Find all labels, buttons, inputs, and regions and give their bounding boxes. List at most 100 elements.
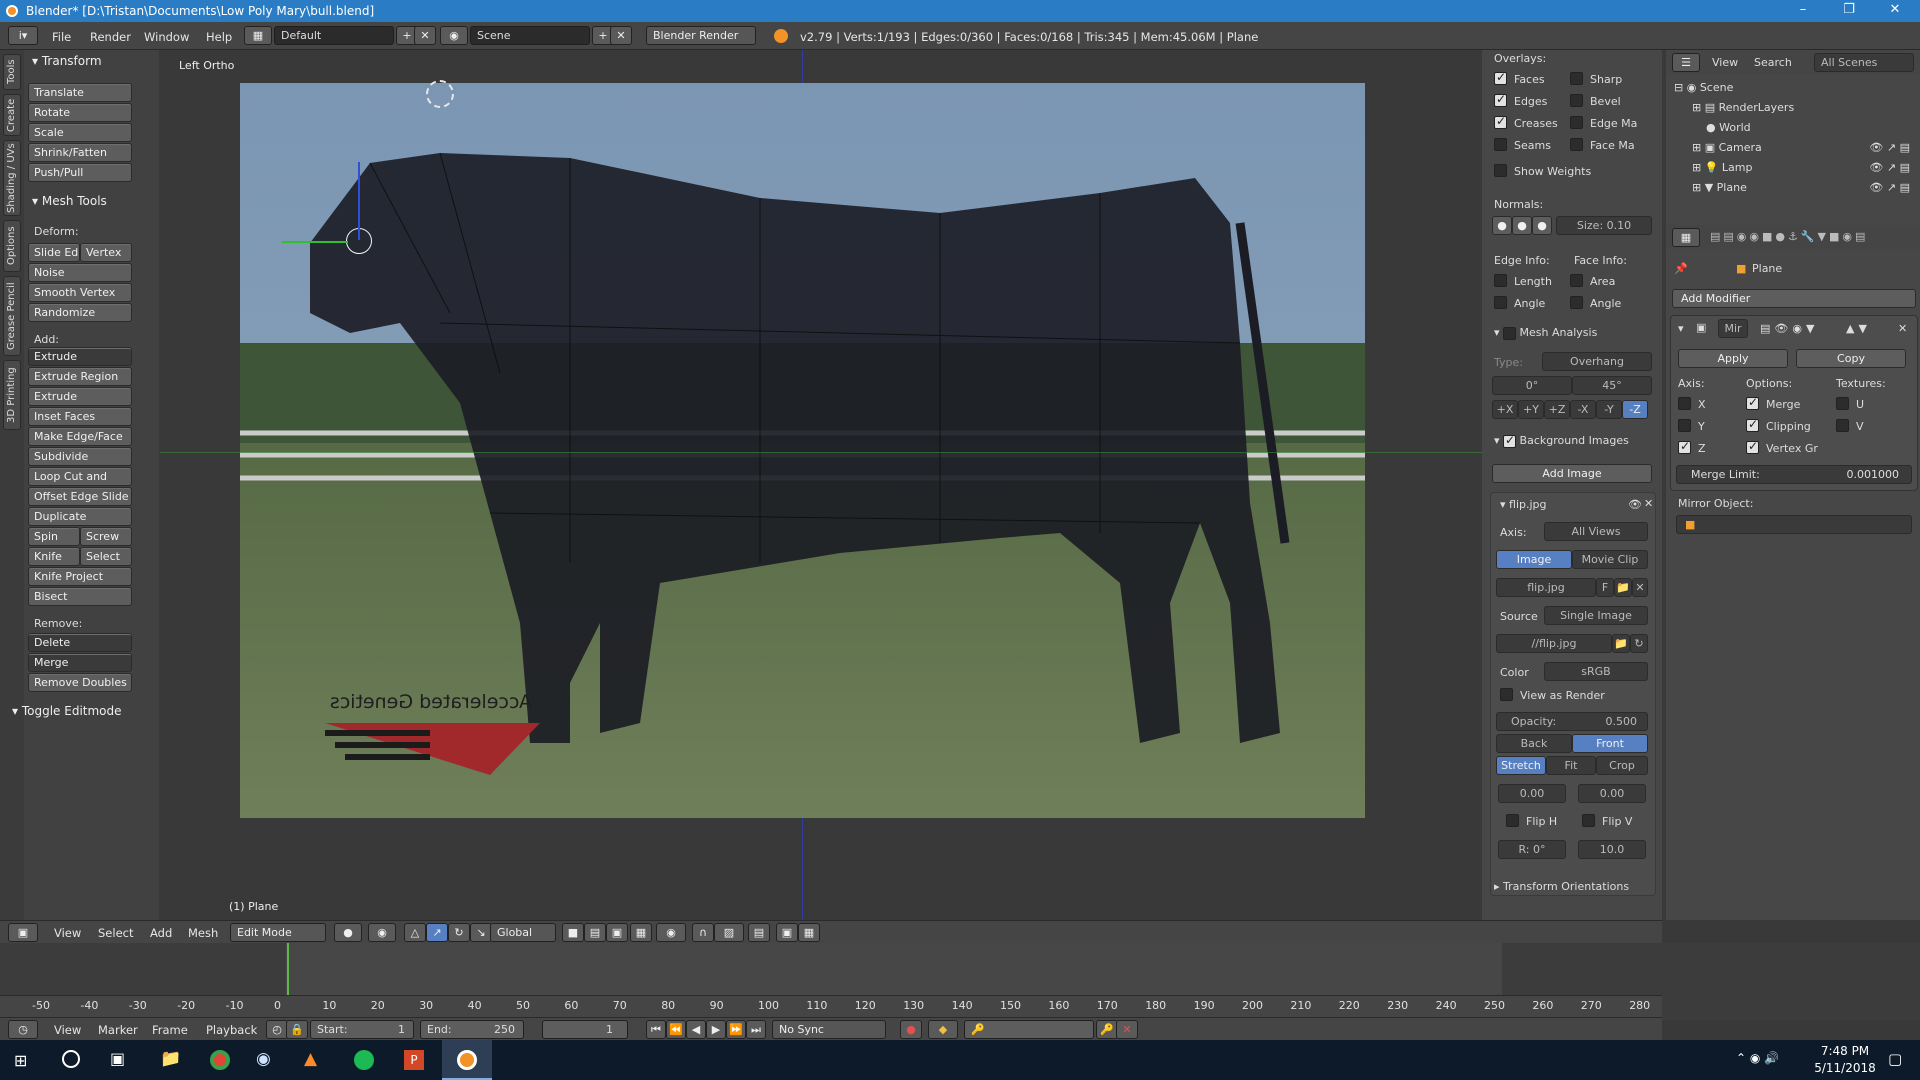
notifications-icon[interactable]: ▢ (1888, 1050, 1902, 1068)
manipulator-z-arrow-icon[interactable] (358, 162, 360, 240)
auto-keying-icon[interactable]: ● (900, 1020, 922, 1039)
outliner-search-menu[interactable]: Search (1754, 56, 1792, 69)
timeline[interactable]: -50 -40 -30 -20 -10 0 10 20 30 40 50 60 70 80 90 100 110… (0, 943, 1920, 1020)
stretch-button[interactable]: Stretch (1496, 756, 1546, 775)
delete-keyframe-icon[interactable]: ✕ (1116, 1020, 1138, 1039)
camera-item[interactable]: ⊞ ▣ Camera 👁 ↗ ▤ (1692, 141, 1914, 154)
bg-images-checkbox[interactable] (1503, 433, 1517, 448)
play-icon[interactable]: ▶ (706, 1020, 726, 1039)
properties-editor-icon[interactable]: ▦ (1672, 228, 1700, 247)
lock-range-icon[interactable]: 🔒 (286, 1020, 308, 1039)
outliner-view-menu[interactable]: View (1712, 56, 1738, 69)
sync-select[interactable]: No Sync (772, 1020, 886, 1039)
scene-icon[interactable]: ◉ (440, 26, 468, 45)
image-entry-header[interactable]: ▾ flip.jpg (1500, 498, 1547, 511)
scale-button[interactable]: Scale (28, 123, 132, 142)
fit-button[interactable]: Fit (1546, 756, 1596, 775)
merge-checkbox[interactable] (1746, 395, 1759, 410)
tab-grease-pencil[interactable]: Grease Pencil (3, 276, 21, 356)
shading-select-icon[interactable]: ● (334, 923, 362, 942)
area-checkbox[interactable] (1570, 274, 1583, 287)
transform-panel-header[interactable]: ▾ Transform (32, 54, 102, 68)
push-pull-button[interactable]: Push/Pull (28, 163, 132, 182)
flip-h-checkbox[interactable] (1506, 814, 1519, 827)
close-icon[interactable]: ✕ (1872, 0, 1918, 22)
edges-checkbox[interactable] (1494, 92, 1507, 107)
axis-x-checkbox[interactable] (1678, 397, 1691, 410)
edge-angle-checkbox[interactable] (1494, 296, 1507, 309)
app-icon[interactable]: ▲ (304, 1049, 317, 1069)
world-item[interactable]: ● World (1706, 121, 1751, 134)
lamp-visibility-icon[interactable]: 👁 ↗ ▤ (1869, 161, 1910, 174)
jump-start-icon[interactable]: ⏮ (646, 1020, 666, 1039)
timeline-frame-menu[interactable]: Frame (152, 1023, 188, 1037)
remove-doubles-button[interactable]: Remove Doubles (28, 673, 132, 692)
steam-icon[interactable]: ◉ (256, 1049, 271, 1069)
play-reverse-icon[interactable]: ◀ (686, 1020, 706, 1039)
mirror-object-field[interactable]: ■ (1676, 515, 1912, 534)
remove-image-icon[interactable]: ✕ (1644, 497, 1653, 510)
flip-v-checkbox[interactable] (1582, 814, 1595, 827)
translate-button[interactable]: Translate (28, 83, 132, 102)
modifier-name-field[interactable]: Mir (1718, 319, 1748, 338)
vertex-groups-checkbox[interactable] (1746, 439, 1759, 454)
rotate-manipulator-icon[interactable]: ↻ (448, 923, 470, 942)
timeline-marker-menu[interactable]: Marker (98, 1023, 138, 1037)
unlink-image-icon[interactable]: ✕ (1632, 578, 1648, 597)
tray-icons[interactable]: ⌃ ◉ 🔊 (1736, 1051, 1779, 1065)
screw-button[interactable]: Screw (80, 527, 132, 546)
jump-keyframe-back-icon[interactable]: ⏪ (666, 1020, 686, 1039)
edge-select-mode-icon[interactable]: ▤ (584, 923, 606, 942)
plane-item[interactable]: ⊞ ▼ Plane 👁 ↗ ▤ (1692, 181, 1914, 194)
menu-file[interactable]: File (52, 30, 71, 44)
tab-3d-printing[interactable]: 3D Printing (3, 360, 21, 430)
merge-select[interactable]: Merge (28, 653, 132, 672)
filepath-field[interactable]: //flip.jpg (1496, 634, 1612, 653)
remove-scene-icon[interactable]: ✕ (610, 26, 632, 45)
menu-render[interactable]: Render (90, 30, 131, 44)
color-space-select[interactable]: sRGB (1544, 662, 1648, 681)
view3d-select-menu[interactable]: Select (98, 926, 133, 940)
delete-select[interactable]: Delete (28, 633, 132, 652)
file-explorer-icon[interactable]: 📁 (160, 1049, 181, 1069)
chrome-icon[interactable] (210, 1050, 230, 1070)
mesh-tools-header[interactable]: ▾ Mesh Tools (32, 194, 107, 208)
spin-button[interactable]: Spin (28, 527, 80, 546)
view3d-add-menu[interactable]: Add (150, 926, 172, 940)
sharp-checkbox[interactable] (1570, 72, 1583, 85)
mode-select[interactable]: Edit Mode (230, 923, 326, 942)
end-frame-field[interactable]: End: 250 (420, 1020, 524, 1039)
max-angle-field[interactable]: 45° (1572, 376, 1652, 395)
axis-y-checkbox[interactable] (1678, 419, 1691, 432)
modifier-move-icons[interactable]: ▲▼ (1846, 322, 1871, 335)
min-angle-field[interactable]: 0° (1492, 376, 1572, 395)
copy-button[interactable]: Copy (1796, 349, 1906, 368)
face-marks-checkbox[interactable] (1570, 138, 1583, 151)
scene-item[interactable]: ⊟ ◉ Scene (1674, 81, 1733, 94)
knife-button[interactable]: Knife (28, 547, 80, 566)
task-view-icon[interactable]: ▣ (110, 1049, 125, 1068)
shrink-fatten-button[interactable]: Shrink/Fatten (28, 143, 132, 162)
source-select[interactable]: Single Image (1544, 606, 1648, 625)
knife-select-button[interactable]: Select (80, 547, 132, 566)
info-editor-icon[interactable]: i▾ (8, 26, 38, 45)
scene-field[interactable]: Scene (470, 26, 590, 45)
offset-x-field[interactable]: 0.00 (1498, 784, 1566, 803)
renderlayers-item[interactable]: ⊞ ▤ RenderLayers (1692, 101, 1794, 114)
rotate-button[interactable]: Rotate (28, 103, 132, 122)
fake-user-button[interactable]: F (1596, 578, 1614, 597)
show-weights-checkbox[interactable] (1494, 164, 1507, 177)
render-engine-select[interactable]: Blender Render (646, 26, 756, 45)
axis-px-button[interactable]: +X (1492, 400, 1518, 419)
duplicate-button[interactable]: Duplicate (28, 507, 132, 526)
display-mode-select[interactable]: All Scenes (1814, 53, 1914, 72)
axis-nx-button[interactable]: -X (1570, 400, 1596, 419)
remove-layout-icon[interactable]: ✕ (414, 26, 436, 45)
opengl-anim-icon[interactable]: ▦ (798, 923, 820, 942)
eye-icon[interactable]: 👁 (1628, 498, 1642, 511)
view-as-render-checkbox[interactable] (1500, 688, 1513, 701)
view3d-editor-icon[interactable]: ▣ (8, 923, 38, 942)
texture-v-checkbox[interactable] (1836, 419, 1849, 432)
axis-ny-button[interactable]: -Y (1596, 400, 1622, 419)
pivot-select-icon[interactable]: ◉ (368, 923, 396, 942)
